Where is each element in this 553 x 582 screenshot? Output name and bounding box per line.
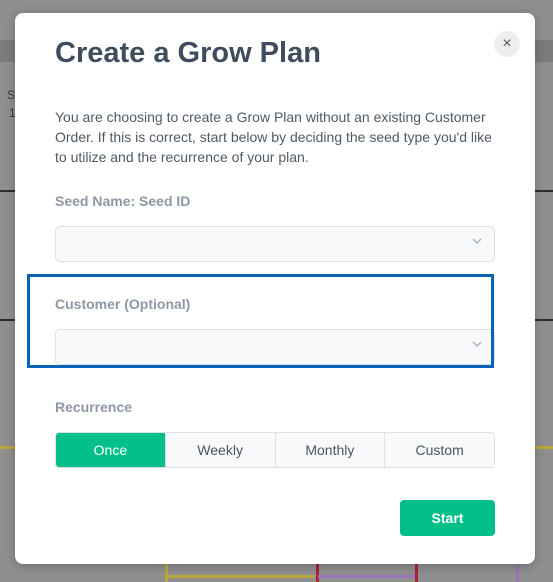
close-icon: × <box>502 35 512 52</box>
customer-field-highlight <box>27 274 494 368</box>
background-bar <box>318 575 415 578</box>
chevron-down-icon <box>472 238 482 244</box>
recurrence-toggle-group: Once Weekly Monthly Custom <box>55 432 495 468</box>
background-bar <box>165 575 315 578</box>
recurrence-once-button[interactable]: Once <box>56 433 165 467</box>
dialog-title: Create a Grow Plan <box>55 37 321 69</box>
background-column-header: S <box>7 88 16 102</box>
dialog-description: You are choosing to create a Grow Plan w… <box>55 109 492 165</box>
recurrence-field-label: Recurrence <box>55 399 133 415</box>
start-button[interactable]: Start <box>400 500 495 536</box>
seed-select[interactable] <box>55 226 495 262</box>
recurrence-weekly-button[interactable]: Weekly <box>164 433 275 467</box>
seed-field-label: Seed Name: Seed ID <box>55 193 191 209</box>
close-button[interactable]: × <box>494 31 520 57</box>
recurrence-custom-button[interactable]: Custom <box>384 433 494 467</box>
recurrence-monthly-button[interactable]: Monthly <box>274 433 385 467</box>
background-bar <box>535 446 553 449</box>
background-bar <box>0 446 15 449</box>
